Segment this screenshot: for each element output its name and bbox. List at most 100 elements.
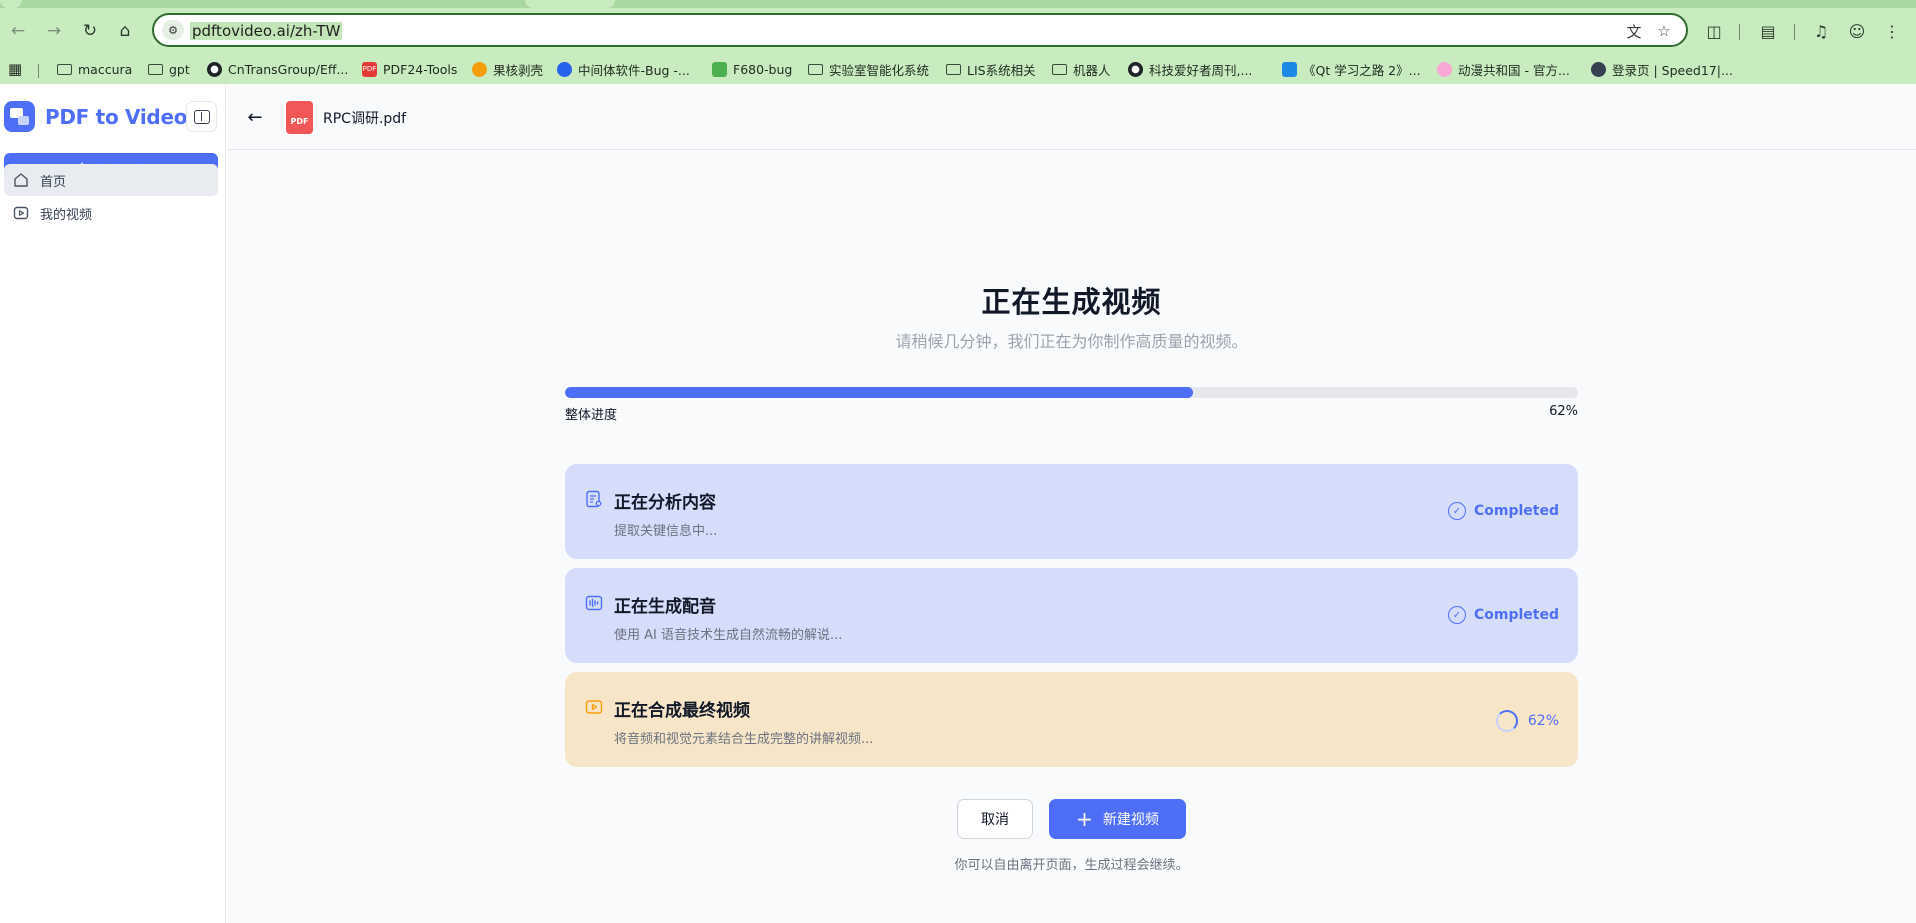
new-video-button-label: 新建视频 [1102,812,1159,828]
tab-strip [0,0,1916,8]
media-icon[interactable]: ♫ [1809,19,1833,43]
overall-progress-bar [565,387,1578,398]
apps-icon[interactable]: ▦ [8,59,22,79]
step-status-label: Completed [1473,607,1559,623]
profile-icon[interactable]: ☺ [1845,19,1869,43]
step-description: 提取关键信息中... [614,524,718,539]
bookmark-item[interactable]: 《Qt 学习之路 2》... [1282,59,1421,79]
step-card-compose: 正在合成最终视频 将音频和视觉元素结合生成完整的讲解视频... 62% [565,672,1578,767]
folder-icon [808,63,823,75]
toolbar-divider [1739,24,1740,40]
step-description: 使用 AI 语音技术生成自然流畅的解说... [614,628,843,643]
bookmark-item[interactable]: LIS系统相关 [946,59,1036,79]
brand[interactable]: PDF to Video [4,101,187,132]
main-content: ← PDF RPC调研.pdf 正在生成视频 请稍候几分钟，我们正在为你制作高质… [227,84,1916,923]
github-icon: ● [207,61,222,77]
step-status-label: 62% [1527,713,1559,729]
site-icon [557,61,572,77]
sidebar-item-home[interactable]: 首页 [4,164,218,196]
pdf-file-icon: PDF [286,101,313,134]
home-icon [12,171,30,189]
pdf24-icon: PDF [362,61,377,77]
step-title: 正在分析内容 [614,493,716,513]
extensions-icon[interactable]: ◫ [1702,19,1726,43]
check-circle-icon: ✓ [1447,606,1466,624]
tab[interactable] [525,0,615,8]
site-icon [472,61,487,77]
loading-spinner-icon [1495,710,1518,732]
bookmark-item[interactable]: maccura [57,59,132,79]
document-analyze-icon [585,490,603,508]
check-circle-icon: ✓ [1447,502,1466,520]
bookmark-item[interactable]: 机器人 [1052,59,1111,79]
sidebar-item-my-videos[interactable]: 我的视频 [4,197,218,229]
folder-icon [1052,63,1067,75]
step-card-analyze: 正在分析内容 提取关键信息中... ✓ Completed [565,464,1578,559]
site-icon [1282,61,1297,77]
step-title: 正在生成配音 [614,597,716,617]
progress-label: 整体进度 [565,408,618,423]
page-header: ← PDF RPC调研.pdf [227,84,1916,150]
video-compose-icon [585,698,603,716]
bookmark-item[interactable]: PDF PDF24-Tools [362,59,457,79]
step-status-label: Completed [1473,503,1559,519]
sidebar-item-label: 首页 [40,174,67,190]
overall-progress-fill [565,387,1194,398]
bookmark-item[interactable]: ● CnTransGroup/Eff... [207,59,348,79]
audio-wave-icon [585,594,603,612]
progress-value: 62% [1549,404,1578,419]
step-description: 将音频和视觉元素结合生成完整的讲解视频... [614,732,874,747]
file-name: RPC调研.pdf [323,111,407,127]
bookmarks-divider [38,64,39,78]
folder-icon [57,63,72,75]
bug-icon [712,61,727,77]
sidebar-panel-icon [193,109,210,124]
translate-icon[interactable]: 文 [1624,21,1644,41]
reading-list-icon[interactable]: ▤ [1756,19,1780,43]
sidebar-toggle-button[interactable] [186,101,217,132]
bookmark-item[interactable]: 实验室智能化系统 [808,59,929,79]
folder-icon [148,63,163,75]
github-icon: ● [1128,61,1143,77]
address-url[interactable]: pdftovideo.ai/zh-TW [190,22,343,40]
address-bar[interactable]: ⚙ pdftovideo.ai/zh-TW 文 ☆ [152,13,1688,47]
brand-name: PDF to Video [45,104,188,129]
back-arrow-icon[interactable]: ← [243,105,267,129]
step-status: 62% [1495,710,1559,732]
bookmarks-bar: ▦ maccura gpt ● CnTransGroup/Eff... PDF PD… [0,52,1916,84]
bookmark-item[interactable]: 登录页 | Speed17|... [1591,59,1733,79]
brand-logo-icon [4,101,35,132]
step-title: 正在合成最终视频 [614,701,750,721]
cancel-button[interactable]: 取消 [957,799,1033,839]
globe-icon [1591,61,1606,77]
footnote: 你可以自由离开页面，生成过程会继续。 [954,858,1189,873]
bookmark-item[interactable]: ● 科技爱好者周刊,... [1128,59,1252,79]
bookmark-item[interactable]: F680-bug [712,59,792,79]
folder-icon [946,63,961,75]
step-card-voiceover: 正在生成配音 使用 AI 语音技术生成自然流畅的解说... ✓ Complete… [565,568,1578,663]
forward-icon[interactable]: → [41,18,67,44]
bookmark-item[interactable]: 果核剥壳 [472,59,543,79]
back-icon[interactable]: ← [5,18,31,44]
reload-icon[interactable]: ↻ [77,18,103,44]
page-title: 正在生成视频 [981,285,1162,319]
sidebar: PDF to Video + 新建视频 首页 我的视频 [0,84,226,923]
site-icon [1437,61,1452,77]
new-video-button[interactable]: + 新建视频 [1049,799,1186,839]
plus-icon: + [1076,807,1093,831]
cancel-button-label: 取消 [981,812,1009,828]
bookmark-item[interactable]: 中间体软件-Bug -... [557,59,690,79]
step-status: ✓ Completed [1447,606,1559,624]
video-icon [12,204,30,222]
home-icon[interactable]: ⌂ [112,18,138,44]
tab[interactable] [0,0,22,8]
site-info-icon[interactable]: ⚙ [162,20,184,40]
bookmark-item[interactable]: 动漫共和国 - 官方... [1437,59,1570,79]
page-subtitle: 请稍候几分钟，我们正在为你制作高质量的视频。 [895,332,1248,351]
bookmark-star-icon[interactable]: ☆ [1654,21,1674,41]
toolbar-divider [1794,24,1795,40]
bookmark-item[interactable]: gpt [148,59,190,79]
step-status: ✓ Completed [1447,502,1559,520]
menu-icon[interactable]: ⋮ [1880,19,1904,43]
sidebar-item-label: 我的视频 [40,207,93,223]
